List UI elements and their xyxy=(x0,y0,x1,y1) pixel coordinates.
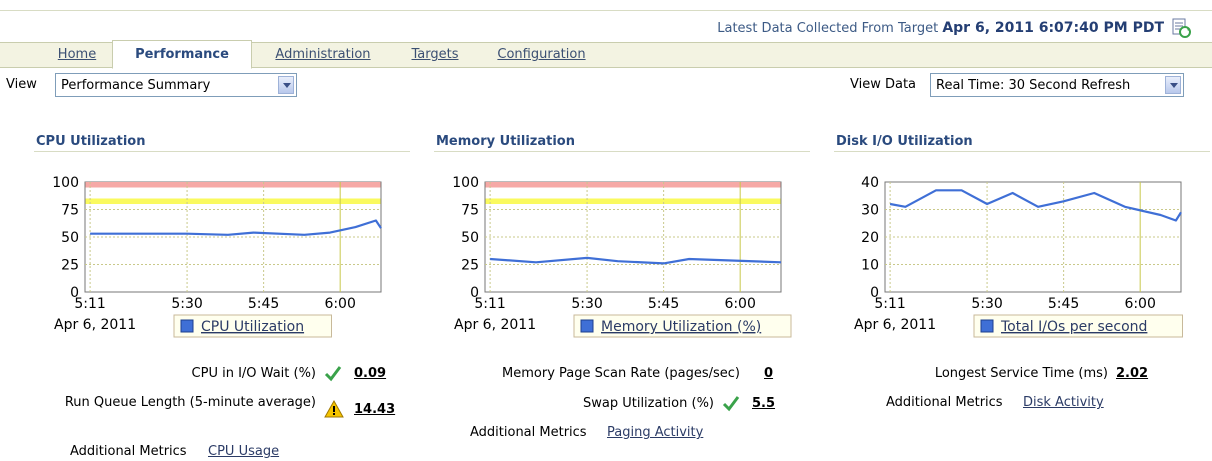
cpu-usage-link[interactable]: CPU Usage xyxy=(208,444,279,459)
collected-label: Latest Data Collected From Target xyxy=(717,21,939,36)
cpu-section-rule xyxy=(34,151,410,152)
header-divider xyxy=(0,10,1212,11)
x-tick-label: 6:00 xyxy=(324,296,355,312)
check-icon xyxy=(324,366,342,382)
legend-swatch xyxy=(580,319,594,333)
cpu-additional-metrics-label: Additional Metrics xyxy=(70,444,187,459)
critical-threshold-band xyxy=(485,182,781,188)
date-label: Apr 6, 2011 xyxy=(854,317,936,333)
y-tick-label: 100 xyxy=(452,175,479,191)
x-tick-label: 5:30 xyxy=(571,296,602,312)
date-label: Apr 6, 2011 xyxy=(454,317,536,333)
y-tick-label: 50 xyxy=(461,230,479,246)
collected-timestamp: Apr 6, 2011 6:07:40 PM PDT xyxy=(942,20,1164,36)
y-tick-label: 25 xyxy=(461,258,479,274)
tab-bar: Home Performance Administration Targets … xyxy=(0,40,1212,69)
disk-additional-metrics-label: Additional Metrics xyxy=(886,395,1003,410)
warning-threshold-band xyxy=(485,198,781,204)
memory-section-title: Memory Utilization xyxy=(436,134,575,149)
view-data-label: View Data xyxy=(850,77,917,92)
disk-activity-link[interactable]: Disk Activity xyxy=(1023,395,1104,410)
x-tick-label: 6:00 xyxy=(724,296,755,312)
run-queue-length-label: Run Queue Length (5-minute average) xyxy=(64,395,316,410)
y-tick-label: 75 xyxy=(61,203,79,219)
x-tick-label: 5:11 xyxy=(474,296,505,312)
swap-utilization-value[interactable]: 5.5 xyxy=(752,396,775,411)
chevron-down-icon[interactable] xyxy=(278,76,294,94)
critical-threshold-band xyxy=(85,182,381,188)
y-tick-label: 40 xyxy=(861,175,879,191)
memory-page-scan-rate-label: Memory Page Scan Rate (pages/sec) xyxy=(502,366,740,381)
view-select-value: Performance Summary xyxy=(61,78,211,93)
legend-label[interactable]: Total I/Os per second xyxy=(1000,319,1147,335)
refresh-icon[interactable] xyxy=(1170,17,1192,39)
check-icon xyxy=(722,396,740,412)
cpu-utilization-chart: 10075502505:11 5:30 5:45 6:00Apr 6, 2011 CPU… xyxy=(52,175,382,338)
y-tick-label: 50 xyxy=(61,230,79,246)
view-data-select-value: Real Time: 30 Second Refresh xyxy=(936,78,1131,93)
longest-service-time-label: Longest Service Time (ms) xyxy=(934,366,1108,381)
y-tick-label: 25 xyxy=(61,258,79,274)
x-tick-label: 5:45 xyxy=(648,296,679,312)
run-queue-length-value[interactable]: 14.43 xyxy=(354,402,395,417)
y-tick-label: 10 xyxy=(861,258,879,274)
tab-targets[interactable]: Targets xyxy=(395,43,475,67)
disk-section-title: Disk I/O Utilization xyxy=(836,134,973,149)
warning-icon xyxy=(324,400,344,418)
view-data-select[interactable]: Real Time: 30 Second Refresh xyxy=(930,73,1184,97)
y-tick-label: 100 xyxy=(52,175,79,191)
disk-io-utilization-chart: 4030201005:11 5:30 5:45 6:00Apr 6, 2011 Tota… xyxy=(854,175,1183,338)
legend-swatch xyxy=(180,319,194,333)
y-tick-label: 30 xyxy=(861,203,879,219)
x-tick-label: 5:45 xyxy=(248,296,279,312)
memory-utilization-chart: 10075502505:11 5:30 5:45 6:00Apr 6, 2011 Mem… xyxy=(452,175,792,338)
date-label: Apr 6, 2011 xyxy=(54,317,136,333)
warning-threshold-band xyxy=(85,198,381,204)
memory-page-scan-rate-value[interactable]: 0 xyxy=(764,366,773,381)
cpu-io-wait-value[interactable]: 0.09 xyxy=(354,366,386,381)
cpu-io-wait-label: CPU in I/O Wait (%) xyxy=(191,366,316,381)
legend-swatch xyxy=(980,319,994,333)
tab-performance[interactable]: Performance xyxy=(112,40,252,69)
tab-configuration[interactable]: Configuration xyxy=(484,43,599,67)
x-tick-label: 6:00 xyxy=(1124,296,1155,312)
view-select[interactable]: Performance Summary xyxy=(55,73,297,97)
longest-service-time-value[interactable]: 2.02 xyxy=(1116,366,1148,381)
paging-activity-link[interactable]: Paging Activity xyxy=(607,425,703,440)
x-tick-label: 5:45 xyxy=(1048,296,1079,312)
legend-label[interactable]: CPU Utilization xyxy=(201,319,304,335)
view-label: View xyxy=(6,77,37,92)
x-tick-label: 5:11 xyxy=(874,296,905,312)
y-tick-label: 75 xyxy=(461,203,479,219)
tab-home[interactable]: Home xyxy=(42,43,112,67)
latest-data-collected: Latest Data Collected From Target Apr 6,… xyxy=(717,20,1164,36)
x-tick-label: 5:30 xyxy=(171,296,202,312)
chevron-down-icon[interactable] xyxy=(1165,76,1181,94)
memory-section-rule xyxy=(434,151,810,152)
x-tick-label: 5:30 xyxy=(971,296,1002,312)
tab-administration[interactable]: Administration xyxy=(258,43,388,67)
memory-additional-metrics-label: Additional Metrics xyxy=(470,425,587,440)
swap-utilization-label: Swap Utilization (%) xyxy=(582,396,714,411)
legend-label[interactable]: Memory Utilization (%) xyxy=(601,319,761,335)
disk-section-rule xyxy=(834,151,1210,152)
x-tick-label: 5:11 xyxy=(74,296,105,312)
y-tick-label: 20 xyxy=(861,230,879,246)
cpu-section-title: CPU Utilization xyxy=(36,134,146,149)
